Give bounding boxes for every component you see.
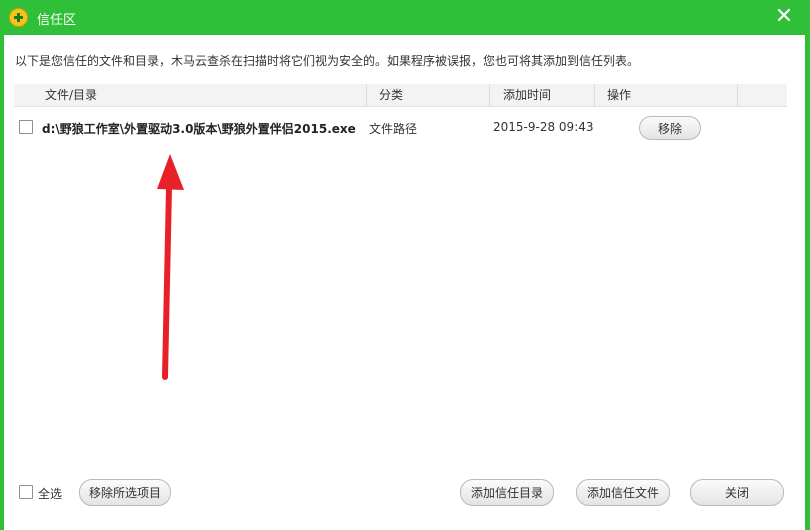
title-bar[interactable]: 信任区 ✕ [0,0,810,35]
table-header: 文件/目录 分类 添加时间 操作 [14,84,787,107]
row-category: 文件路径 [369,122,418,136]
row-time: 2015-9-28 09:43 [493,120,594,134]
column-divider [366,84,367,106]
row-checkbox[interactable] [19,120,33,134]
row-path: d:\野狼工作室\外置驱动3.0版本\野狼外置伴侣2015.exe [42,122,356,136]
column-header-time: 添加时间 [503,88,552,102]
add-trusted-file-button[interactable]: 添加信任文件 [576,479,670,506]
select-all-checkbox[interactable] [19,485,33,499]
table-row[interactable]: d:\野狼工作室\外置驱动3.0版本\野狼外置伴侣2015.exe 文件路径 2… [14,108,787,146]
column-divider [594,84,595,106]
column-header-action: 操作 [607,88,632,102]
column-divider [737,84,738,106]
red-arrow-annotation [157,154,184,380]
trust-zone-window: 信任区 ✕ 以下是您信任的文件和目录，木马云查杀在扫描时将它们视为安全的。如果程… [0,0,810,530]
column-divider [489,84,490,106]
remove-button[interactable]: 移除 [639,116,701,140]
column-header-path: 文件/目录 [45,88,98,102]
window-title: 信任区 [37,13,77,28]
remove-selected-button[interactable]: 移除所选项目 [79,479,171,506]
close-icon[interactable]: ✕ [770,4,798,30]
app-logo-icon [9,8,28,27]
select-all-label[interactable]: 全选 [38,485,62,502]
add-trusted-directory-button[interactable]: 添加信任目录 [460,479,554,506]
close-button[interactable]: 关闭 [690,479,784,506]
description-text: 以下是您信任的文件和目录，木马云查杀在扫描时将它们视为安全的。如果程序被误报，您… [15,54,640,68]
column-header-category: 分类 [379,88,404,102]
